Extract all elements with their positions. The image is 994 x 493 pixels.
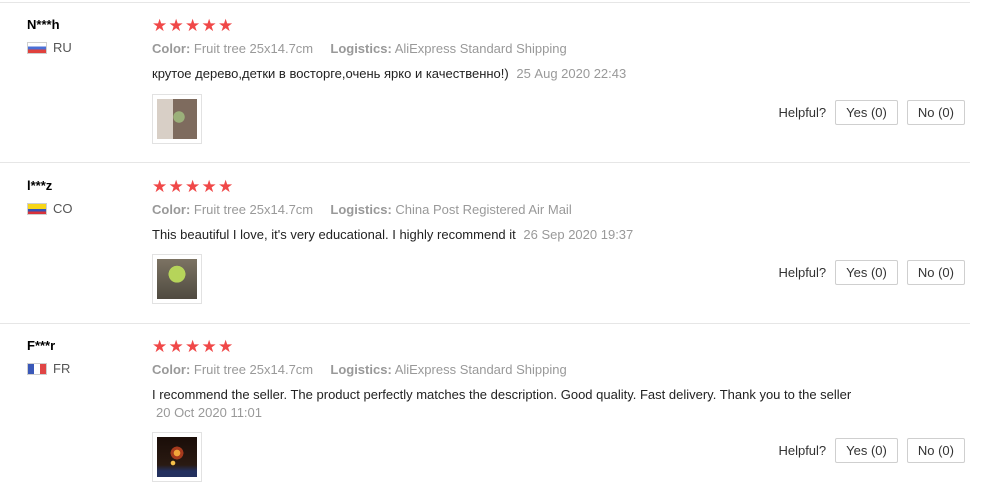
color-value: Fruit tree 25x14.7cm <box>193 202 314 217</box>
star-icon: ★ <box>185 16 201 35</box>
star-icon: ★ <box>168 16 184 35</box>
reviewer-name: F***r <box>27 338 56 353</box>
color-label: Color: <box>152 41 191 56</box>
review-text: крутое дерево,детки в восторге,очень ярк… <box>152 66 509 81</box>
review-text: This beautiful I love, it's very educati… <box>152 227 516 242</box>
review-text: I recommend the seller. The product perf… <box>152 387 852 402</box>
star-icon: ★ <box>201 337 217 356</box>
purchase-info: Color: Fruit tree 25x14.7cm Logistics: A… <box>152 361 872 378</box>
review-text-block: This beautiful I love, it's very educati… <box>152 226 864 244</box>
reviewer-country: CO <box>27 201 137 217</box>
color-label: Color: <box>152 362 191 377</box>
review-body: ★ ★ ★ ★ ★ Color: Fruit tree 25x14.7cm Lo… <box>152 338 872 422</box>
review-photo <box>157 259 197 299</box>
color-label: Color: <box>152 202 191 217</box>
star-rating: ★ ★ ★ ★ ★ <box>152 17 872 35</box>
logistics-value: AliExpress Standard Shipping <box>394 362 567 377</box>
color-value: Fruit tree 25x14.7cm <box>193 41 314 56</box>
review-body: ★ ★ ★ ★ ★ Color: Fruit tree 25x14.7cm Lo… <box>152 17 872 83</box>
star-icon: ★ <box>168 337 184 356</box>
helpful-no-button[interactable]: No (0) <box>906 100 965 125</box>
review-item: N***h RU ★ ★ ★ ★ ★ Color: Fruit tree 25x… <box>0 3 994 163</box>
star-icon: ★ <box>185 177 201 196</box>
review-date: 26 Sep 2020 19:37 <box>523 227 634 242</box>
review-photo <box>157 99 197 139</box>
logistics-label: Logistics: <box>330 362 392 377</box>
helpful-no-button[interactable]: No (0) <box>906 438 965 463</box>
helpful-yes-button[interactable]: Yes (0) <box>835 100 898 125</box>
review-item: l***z CO ★ ★ ★ ★ ★ Color: Fruit tree 25x… <box>0 164 994 324</box>
helpful-votes: Helpful? Yes (0) No (0) <box>778 438 965 463</box>
reviewer-info: N***h RU <box>27 16 137 56</box>
review-text-block: I recommend the seller. The product perf… <box>152 386 864 422</box>
helpful-yes-button[interactable]: Yes (0) <box>835 438 898 463</box>
helpful-votes: Helpful? Yes (0) No (0) <box>778 260 965 285</box>
review-photo-thumbnail[interactable] <box>152 94 202 144</box>
russia-flag-icon <box>27 42 47 54</box>
review-photo-thumbnail[interactable] <box>152 432 202 482</box>
country-code: FR <box>53 361 71 376</box>
reviewer-info: F***r FR <box>27 337 137 377</box>
star-icon: ★ <box>201 16 217 35</box>
country-code: RU <box>53 40 72 55</box>
helpful-label: Helpful? <box>778 105 827 120</box>
review-item: F***r FR ★ ★ ★ ★ ★ Color: Fruit tree 25x… <box>0 324 994 493</box>
review-body: ★ ★ ★ ★ ★ Color: Fruit tree 25x14.7cm Lo… <box>152 178 872 244</box>
color-value: Fruit tree 25x14.7cm <box>193 362 314 377</box>
purchase-info: Color: Fruit tree 25x14.7cm Logistics: A… <box>152 40 872 57</box>
helpful-votes: Helpful? Yes (0) No (0) <box>778 100 965 125</box>
france-flag-icon <box>27 363 47 375</box>
star-icon: ★ <box>218 16 234 35</box>
star-icon: ★ <box>218 177 234 196</box>
country-code: CO <box>53 201 73 216</box>
reviewer-country: RU <box>27 40 137 56</box>
star-icon: ★ <box>168 177 184 196</box>
star-icon: ★ <box>152 16 168 35</box>
reviewer-info: l***z CO <box>27 177 137 217</box>
star-icon: ★ <box>152 337 168 356</box>
logistics-value: China Post Registered Air Mail <box>395 202 572 217</box>
review-date: 20 Oct 2020 11:01 <box>156 405 263 420</box>
review-date: 25 Aug 2020 22:43 <box>516 66 627 81</box>
review-photo-thumbnail[interactable] <box>152 254 202 304</box>
review-photo <box>157 437 197 477</box>
star-icon: ★ <box>218 337 234 356</box>
helpful-yes-button[interactable]: Yes (0) <box>835 260 898 285</box>
logistics-label: Logistics: <box>330 41 392 56</box>
star-rating: ★ ★ ★ ★ ★ <box>152 178 872 196</box>
helpful-label: Helpful? <box>778 443 827 458</box>
review-divider <box>0 162 970 163</box>
reviewer-name: N***h <box>27 17 60 32</box>
helpful-no-button[interactable]: No (0) <box>906 260 965 285</box>
star-icon: ★ <box>152 177 168 196</box>
logistics-label: Logistics: <box>330 202 392 217</box>
review-text-block: крутое дерево,детки в восторге,очень ярк… <box>152 65 864 83</box>
star-icon: ★ <box>201 177 217 196</box>
logistics-value: AliExpress Standard Shipping <box>394 41 567 56</box>
colombia-flag-icon <box>27 203 47 215</box>
reviewer-country: FR <box>27 361 137 377</box>
helpful-label: Helpful? <box>778 265 827 280</box>
reviewer-name: l***z <box>27 178 53 193</box>
star-rating: ★ ★ ★ ★ ★ <box>152 338 872 356</box>
star-icon: ★ <box>185 337 201 356</box>
purchase-info: Color: Fruit tree 25x14.7cm Logistics: C… <box>152 201 872 218</box>
